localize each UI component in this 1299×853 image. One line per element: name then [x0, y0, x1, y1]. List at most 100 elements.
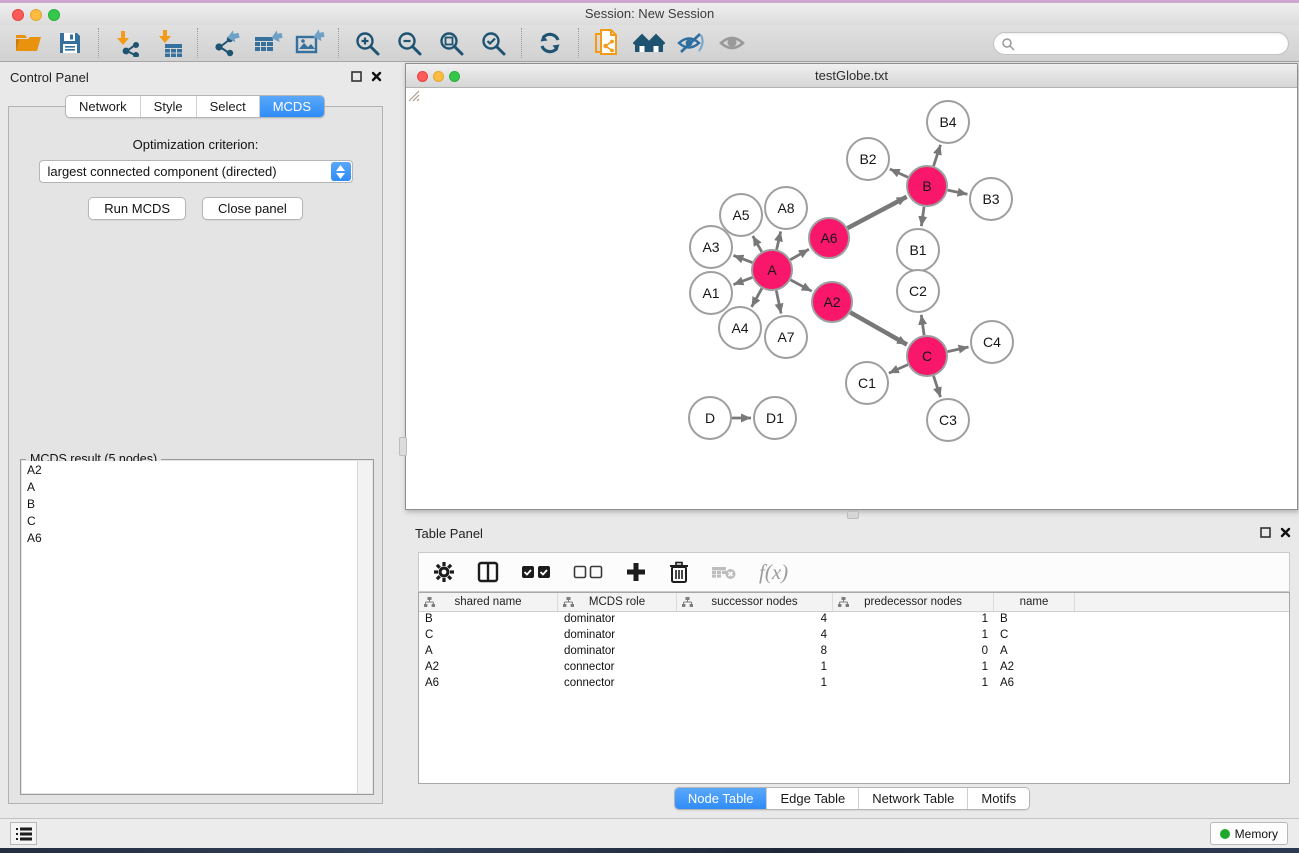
table-row[interactable]: Adominator80A [419, 644, 1289, 660]
result-list-item[interactable]: A [22, 478, 372, 495]
close-panel-icon[interactable] [371, 71, 382, 82]
table-row[interactable]: Cdominator41C [419, 628, 1289, 644]
show-networks-icon[interactable] [633, 28, 665, 58]
graph-node-B2[interactable]: B2 [847, 138, 889, 180]
tab-edge-table[interactable]: Edge Table [766, 788, 858, 809]
graph-edge-C-C4[interactable] [948, 347, 969, 352]
open-session-icon[interactable] [12, 28, 44, 58]
graph-edge-B-B3[interactable] [948, 190, 968, 194]
column-header-shared-name[interactable]: shared name [419, 593, 558, 611]
graph-node-C3[interactable]: C3 [927, 399, 969, 441]
graph-edge-A-A7[interactable] [776, 291, 781, 314]
search-input[interactable] [1015, 35, 1288, 53]
graph-node-C1[interactable]: C1 [846, 362, 888, 404]
run-mcds-button[interactable]: Run MCDS [88, 197, 186, 220]
hide-selected-icon[interactable] [675, 28, 707, 58]
import-table-icon[interactable] [153, 28, 185, 58]
graph-node-B1[interactable]: B1 [897, 229, 939, 271]
zoom-fit-icon[interactable] [435, 28, 467, 58]
resize-grip-icon[interactable] [406, 88, 420, 102]
graph-node-D[interactable]: D [689, 397, 731, 439]
graph-node-C2[interactable]: C2 [897, 270, 939, 312]
graph-edge-B-B2[interactable] [890, 169, 908, 177]
graph-edge-A-A5[interactable] [753, 236, 762, 252]
table-row[interactable]: Bdominator41B [419, 612, 1289, 628]
graph-node-A2[interactable]: A2 [812, 282, 852, 322]
graph-edge-B-B4[interactable] [934, 145, 941, 166]
export-network-icon[interactable] [210, 28, 242, 58]
graph-edge-A-A4[interactable] [752, 288, 762, 307]
graph-node-A6[interactable]: A6 [809, 218, 849, 258]
mcds-result-list[interactable]: A2ABCA6 [22, 461, 372, 793]
table-row[interactable]: A6connector11A6 [419, 676, 1289, 692]
search-box[interactable] [993, 32, 1289, 55]
graph-edge-A2-C[interactable] [850, 312, 907, 344]
table-row[interactable]: A2connector11A2 [419, 660, 1289, 676]
export-table-icon[interactable] [252, 28, 284, 58]
scrollbar-track[interactable] [357, 461, 372, 793]
vertical-splitter-handle[interactable] [399, 437, 407, 456]
graph-edge-A-A8[interactable] [777, 231, 781, 249]
graph-node-A8[interactable]: A8 [765, 187, 807, 229]
show-selected-icon[interactable] [717, 28, 749, 58]
refresh-icon[interactable] [534, 28, 566, 58]
column-header-name[interactable]: name [994, 593, 1075, 611]
result-list-item[interactable]: C [22, 512, 372, 529]
tab-network-table[interactable]: Network Table [858, 788, 967, 809]
zoom-selected-icon[interactable] [477, 28, 509, 58]
graph-node-B4[interactable]: B4 [927, 101, 969, 143]
graph-edge-C-C3[interactable] [934, 376, 941, 397]
table-settings-gear-icon[interactable] [433, 561, 455, 583]
float-panel-icon[interactable] [1260, 527, 1271, 538]
graph-node-B3[interactable]: B3 [970, 178, 1012, 220]
close-panel-icon[interactable] [1280, 527, 1291, 538]
column-header-MCDS-role[interactable]: MCDS role [558, 593, 677, 611]
graph-node-C4[interactable]: C4 [971, 321, 1013, 363]
zoom-out-icon[interactable] [393, 28, 425, 58]
graph-edge-A-A6[interactable] [790, 249, 809, 259]
graph-edge-C-C1[interactable] [889, 365, 908, 374]
graph-node-A[interactable]: A [752, 250, 792, 290]
tab-mcds[interactable]: MCDS [259, 96, 324, 117]
graph-edge-A-A1[interactable] [733, 277, 752, 284]
graph-node-A5[interactable]: A5 [720, 194, 762, 236]
zoom-in-icon[interactable] [351, 28, 383, 58]
deselect-all-icon[interactable] [573, 565, 603, 579]
tab-select[interactable]: Select [196, 96, 259, 117]
graph-edge-B-B1[interactable] [921, 207, 924, 226]
graph-edge-A-A3[interactable] [733, 255, 752, 262]
graph-edge-C-C2[interactable] [921, 315, 924, 335]
tab-node-table[interactable]: Node Table [675, 788, 767, 809]
graph-edge-A-A2[interactable] [791, 280, 812, 291]
graph-node-A7[interactable]: A7 [765, 316, 807, 358]
tab-style[interactable]: Style [140, 96, 196, 117]
result-list-item[interactable]: A2 [22, 461, 372, 478]
task-history-button[interactable] [10, 822, 37, 845]
graph-edge-A6-B[interactable] [848, 197, 907, 228]
memory-button[interactable]: Memory [1210, 822, 1288, 845]
criterion-dropdown[interactable]: largest connected component (directed) [39, 160, 353, 183]
show-columns-icon[interactable] [477, 561, 499, 583]
result-list-item[interactable]: A6 [22, 529, 372, 546]
graph-node-A3[interactable]: A3 [690, 226, 732, 268]
export-image-icon[interactable] [294, 28, 326, 58]
graph-node-D1[interactable]: D1 [754, 397, 796, 439]
network-window-titlebar[interactable]: testGlobe.txt [406, 64, 1297, 88]
float-panel-icon[interactable] [351, 71, 362, 82]
close-panel-button[interactable]: Close panel [202, 197, 303, 220]
table-header-row[interactable]: shared nameMCDS rolesuccessor nodesprede… [419, 593, 1289, 612]
column-header-successor-nodes[interactable]: successor nodes [677, 593, 833, 611]
graph-node-B[interactable]: B [907, 166, 947, 206]
graph-node-A1[interactable]: A1 [690, 272, 732, 314]
add-column-icon[interactable] [625, 561, 647, 583]
graph-node-C[interactable]: C [907, 336, 947, 376]
tab-motifs[interactable]: Motifs [967, 788, 1029, 809]
copy-network-icon[interactable] [591, 28, 623, 58]
select-all-icon[interactable] [521, 565, 551, 579]
column-header-predecessor-nodes[interactable]: predecessor nodes [833, 593, 994, 611]
result-list-item[interactable]: B [22, 495, 372, 512]
delete-column-icon[interactable] [669, 561, 689, 584]
tab-network[interactable]: Network [66, 96, 140, 117]
network-canvas[interactable]: AA1A2A3A4A5A6A7A8BB1B2B3B4CC1C2C3C4DD1 [406, 88, 1297, 509]
import-network-icon[interactable] [111, 28, 143, 58]
